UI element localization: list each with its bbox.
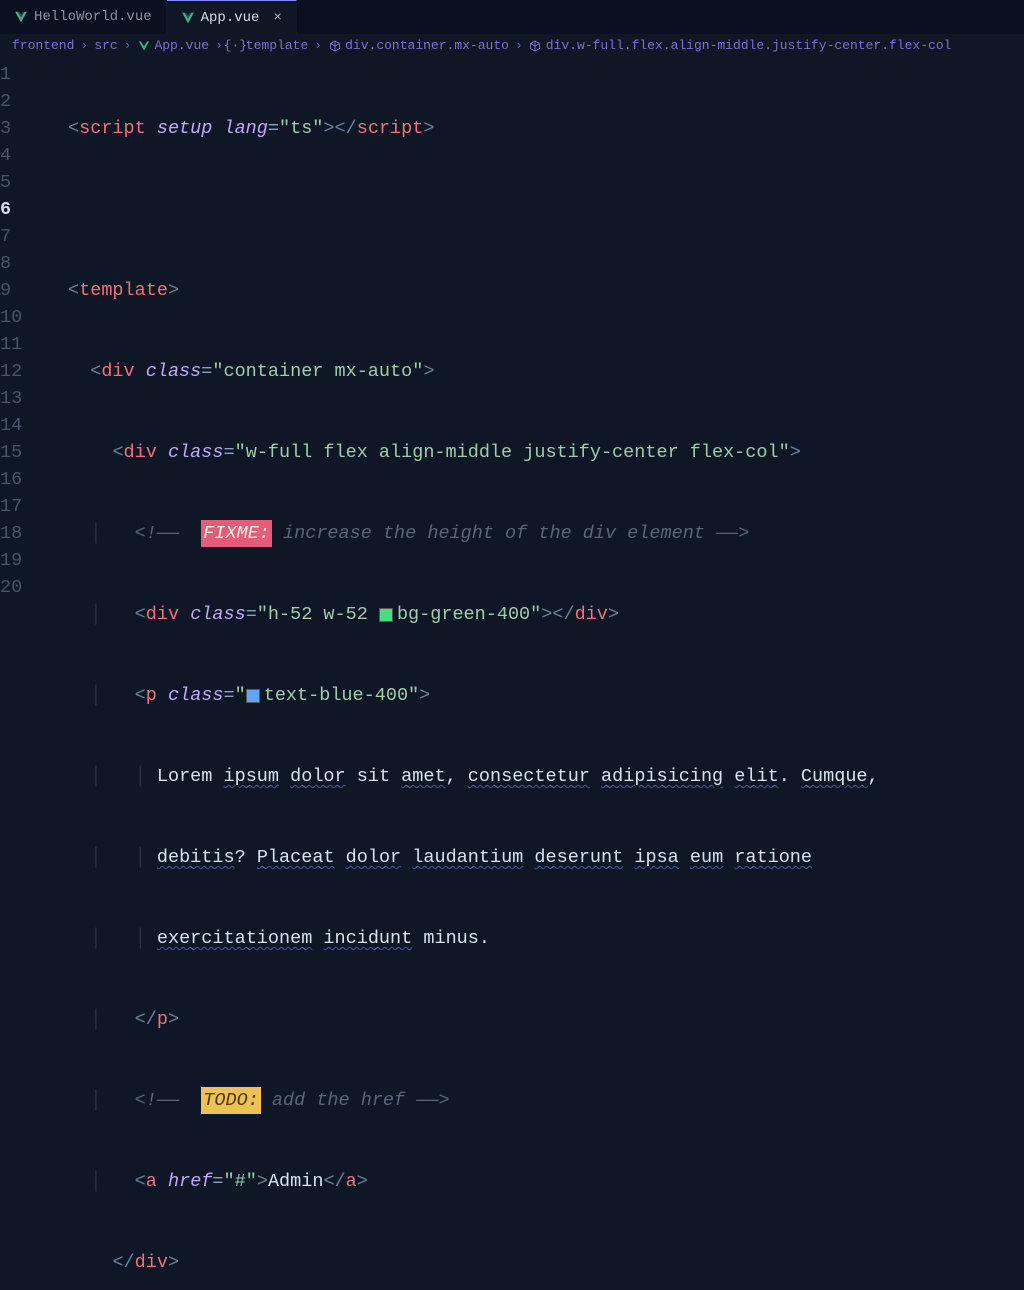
line-number: 2 — [0, 88, 48, 115]
line-number: 4 — [0, 142, 48, 169]
line-number: 7 — [0, 223, 48, 250]
cube-icon — [328, 39, 341, 52]
close-icon[interactable]: × — [273, 10, 281, 26]
code-line-4: <div class="container mx-auto"> — [68, 358, 1024, 385]
line-number: 20 — [0, 574, 48, 601]
chevron-right-icon: › — [124, 38, 132, 53]
color-swatch-green — [379, 608, 393, 622]
breadcrumb-label: App.vue — [154, 38, 209, 53]
breadcrumb-label: template — [246, 38, 308, 53]
tab-helloworld[interactable]: HelloWorld.vue — [0, 0, 167, 34]
breadcrumb-label: div.w-full.flex.align-middle.justify-cen… — [546, 38, 952, 53]
vue-icon — [181, 11, 195, 25]
breadcrumb-template[interactable]: {·} template — [229, 38, 308, 53]
line-number: 1 — [0, 61, 48, 88]
line-number-active: 6 — [0, 196, 48, 223]
breadcrumb-label: frontend — [12, 38, 74, 53]
breadcrumb-src[interactable]: src — [94, 38, 117, 53]
code-line-6: │ <!—— FIXME: increase the height of the… — [68, 520, 1024, 547]
vue-icon — [137, 39, 150, 52]
line-number: 14 — [0, 412, 48, 439]
breadcrumb-div-container[interactable]: div.container.mx-auto — [328, 38, 509, 53]
code-line-1: <script setup lang="ts"></script> — [68, 115, 1024, 142]
breadcrumb-frontend[interactable]: frontend — [12, 38, 74, 53]
color-swatch-blue — [246, 689, 260, 703]
code-line-12: │ </p> — [68, 1006, 1024, 1033]
cube-icon — [529, 39, 542, 52]
tab-label: App.vue — [201, 10, 260, 26]
line-number: 9 — [0, 277, 48, 304]
line-number: 8 — [0, 250, 48, 277]
line-number: 3 — [0, 115, 48, 142]
line-number: 15 — [0, 439, 48, 466]
code-editor[interactable]: 1 2 3 4 5 6 7 8 9 10 11 12 13 14 15 16 1… — [0, 57, 1024, 1290]
chevron-right-icon: › — [314, 38, 322, 53]
code-line-2 — [68, 196, 1024, 223]
breadcrumb-div-wfull[interactable]: div.w-full.flex.align-middle.justify-cen… — [529, 38, 952, 53]
code-line-13: │ <!—— TODO: add the href ——> — [68, 1087, 1024, 1114]
breadcrumb: frontend › src › App.vue › {·} template … — [0, 34, 1024, 57]
breadcrumb-appvue[interactable]: App.vue — [137, 38, 209, 53]
code-line-14: │ <a href="#">Admin</a> — [68, 1168, 1024, 1195]
code-line-7: │ <div class="h-52 w-52 bg-green-400"></… — [68, 601, 1024, 628]
code-line-3: <template> — [68, 277, 1024, 304]
line-number: 12 — [0, 358, 48, 385]
line-number: 18 — [0, 520, 48, 547]
line-number: 5 — [0, 169, 48, 196]
line-gutter: 1 2 3 4 5 6 7 8 9 10 11 12 13 14 15 16 1… — [0, 61, 68, 1290]
line-number: 16 — [0, 466, 48, 493]
braces-icon: {·} — [229, 39, 242, 52]
code-line-9: │ │ Lorem ipsum dolor sit amet, consecte… — [68, 763, 1024, 790]
line-number: 13 — [0, 385, 48, 412]
todo-badge: TODO: — [201, 1087, 261, 1114]
breadcrumb-label: div.container.mx-auto — [345, 38, 509, 53]
line-number: 19 — [0, 547, 48, 574]
fixme-badge: FIXME: — [201, 520, 272, 547]
tab-app[interactable]: App.vue × — [167, 0, 297, 34]
tab-label: HelloWorld.vue — [34, 9, 152, 25]
line-number: 10 — [0, 304, 48, 331]
tab-bar: HelloWorld.vue App.vue × — [0, 0, 1024, 34]
vue-icon — [14, 10, 28, 24]
code-line-5: <div class="w-full flex align-middle jus… — [68, 439, 1024, 466]
line-number: 17 — [0, 493, 48, 520]
breadcrumb-label: src — [94, 38, 117, 53]
chevron-right-icon: › — [215, 38, 223, 53]
code-line-8: │ <p class="text-blue-400"> — [68, 682, 1024, 709]
code-content[interactable]: <script setup lang="ts"></script> <templ… — [68, 61, 1024, 1290]
chevron-right-icon: › — [80, 38, 88, 53]
code-line-11: │ │ exercitationem incidunt minus. — [68, 925, 1024, 952]
line-number: 11 — [0, 331, 48, 358]
chevron-right-icon: › — [515, 38, 523, 53]
code-line-10: │ │ debitis? Placeat dolor laudantium de… — [68, 844, 1024, 871]
code-line-15: </div> — [68, 1249, 1024, 1276]
